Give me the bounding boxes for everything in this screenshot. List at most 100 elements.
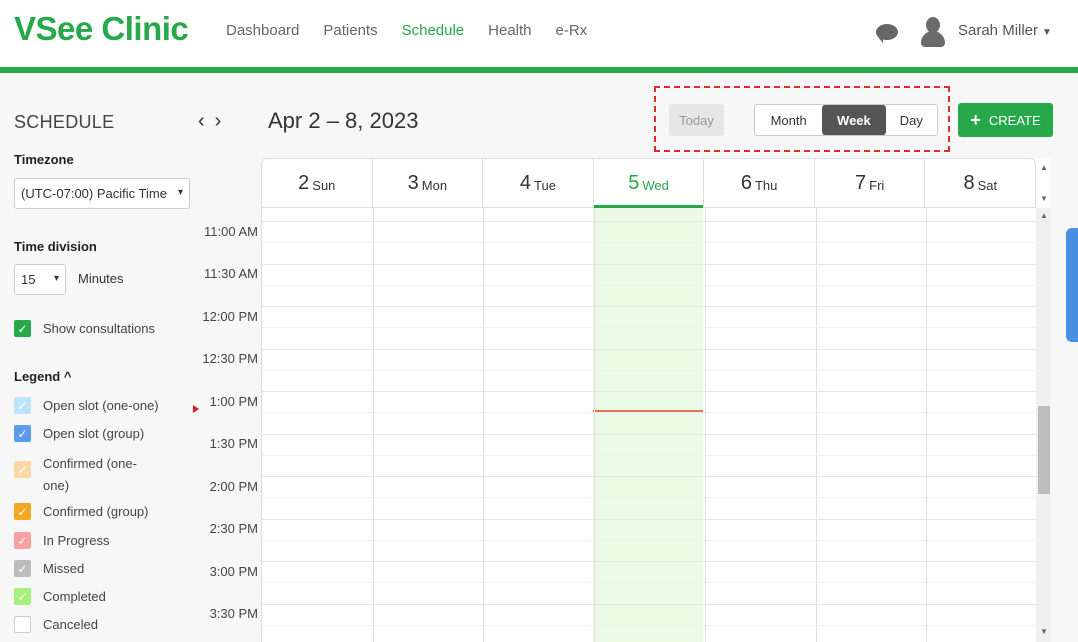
day-name: Tue [534,177,556,193]
week-navigation: ‹› [198,110,231,133]
create-button[interactable]: + CREATE [958,103,1053,137]
time-label: 12:00 PM [202,309,258,324]
day-column-divider [373,208,374,642]
time-slot-line [262,476,1036,477]
legend-label: Missed [43,561,85,576]
show-consultations-toggle[interactable]: ✓ Show consultations [14,320,155,337]
legend-item[interactable]: ✓ Completed [14,588,106,605]
legend-label: Open slot (one-one) [43,398,159,413]
time-slot-line [262,561,1036,562]
main-nav: Dashboard Patients Schedule Health e-Rx [226,22,587,39]
next-week-icon[interactable]: › [215,110,232,132]
legend-checkbox[interactable]: ✓ [14,461,31,478]
calendar-header: 2 Sun 3 Mon 4 Tue 5 Wed 6 Thu 7 Fri 8 Sat [261,158,1036,208]
scrollbar-thumb[interactable] [1038,406,1050,494]
legend-item[interactable]: ✓ Missed [14,560,84,577]
legend-checkbox[interactable]: ✓ [14,425,31,442]
checkbox-checked-icon[interactable]: ✓ [14,320,31,337]
legend-item[interactable]: ✓ Confirmed (group) [14,503,149,520]
legend-label: Confirmed (group) [43,504,149,519]
time-label: 3:30 PM [209,606,258,621]
day-name: Thu [754,177,778,193]
time-slot-line [262,412,1036,413]
legend-checkbox[interactable]: ✓ [14,532,31,549]
nav-erx[interactable]: e-Rx [556,22,588,39]
legend-item[interactable]: ✓ Open slot (one-one) [14,397,159,414]
time-division-select[interactable]: 15 ▾ [14,264,66,295]
scroll-down-icon[interactable]: ▼ [1040,194,1048,203]
legend-label: Completed [43,589,106,604]
nav-schedule[interactable]: Schedule [402,22,465,39]
nav-dashboard[interactable]: Dashboard [226,22,299,39]
chat-icon[interactable] [876,24,898,43]
user-menu[interactable]: Sarah Miller ▼ [958,22,1052,39]
legend-item[interactable]: ✓ In Progress [14,532,109,549]
month-view-button[interactable]: Month [755,105,822,135]
day-column-divider [926,208,927,642]
time-label: 2:30 PM [209,521,258,536]
day-header[interactable]: 6 Thu [704,159,815,207]
legend-checkbox[interactable]: ✓ [14,560,31,577]
legend-checkbox[interactable]: ✓ [14,588,31,605]
brand-logo[interactable]: VSee Clinic [14,10,189,48]
day-number: 2 [298,171,310,194]
day-header[interactable]: 3 Mon [373,159,484,207]
day-number: 4 [519,171,532,194]
legend-checkbox[interactable] [14,616,31,633]
time-slot-line [262,519,1036,520]
time-slot-line [262,264,1036,265]
legend-checkbox[interactable]: ✓ [14,397,31,414]
day-name: Sun [312,177,336,193]
time-division-value: 15 [21,272,36,287]
day-view-button[interactable]: Day [886,105,937,135]
avatar[interactable] [920,17,946,47]
legend-item[interactable]: ✓ Confirmed (one-one) [14,453,153,497]
day-number: 3 [407,171,419,194]
time-slot-line [262,434,1036,435]
legend-label: Open slot (group) [43,426,145,441]
timezone-select[interactable]: (UTC-07:00) Pacific Time ▾ [14,178,190,209]
day-name: Mon [421,177,448,193]
time-division-label: Time division [14,239,97,254]
time-slot-line [262,306,1036,307]
scroll-up-icon[interactable]: ▲ [1040,163,1048,172]
scroll-up-icon[interactable]: ▲ [1040,211,1048,220]
legend-item[interactable]: Canceled [14,616,98,633]
day-header-today[interactable]: 5 Wed [593,159,705,208]
legend-checkbox[interactable]: ✓ [14,503,31,520]
timezone-value: (UTC-07:00) Pacific Time [21,186,167,201]
legend-item[interactable]: ✓ Open slot (group) [14,425,144,442]
date-range: Apr 2 – 8, 2023 [268,108,419,133]
time-slot-line [262,625,1036,626]
calendar-grid[interactable] [261,208,1036,642]
day-header[interactable]: 8 Sat [925,159,1035,207]
time-label: 2:00 PM [209,479,258,494]
day-header[interactable]: 4 Tue [483,159,594,207]
current-time-marker-icon [193,405,199,413]
nav-patients[interactable]: Patients [323,22,377,39]
day-number: 5 [628,171,640,194]
chevron-down-icon: ▾ [177,187,183,198]
week-view-button[interactable]: Week [822,105,886,135]
day-header[interactable]: 2 Sun [262,159,373,207]
time-slot-line [262,455,1036,456]
day-name: Wed [642,177,669,193]
day-column-divider [705,208,706,642]
minutes-label: Minutes [78,271,124,286]
chevron-down-icon: ▾ [53,273,59,284]
day-number: 7 [855,171,867,194]
time-slot-line [262,497,1036,498]
legend-toggle[interactable]: Legend ^ [14,369,71,384]
time-slot-line [262,582,1036,583]
today-button[interactable]: Today [669,104,724,136]
nav-health[interactable]: Health [488,22,531,39]
day-header[interactable]: 7 Fri [815,159,926,207]
day-name: Sat [977,177,998,193]
time-slot-line [262,349,1036,350]
side-help-tab[interactable] [1066,228,1078,342]
scroll-down-icon[interactable]: ▼ [1040,627,1048,636]
timezone-label: Timezone [14,152,74,167]
time-label: 1:00 PM [209,394,258,409]
prev-week-icon[interactable]: ‹ [198,110,215,132]
day-column-divider [483,208,484,642]
